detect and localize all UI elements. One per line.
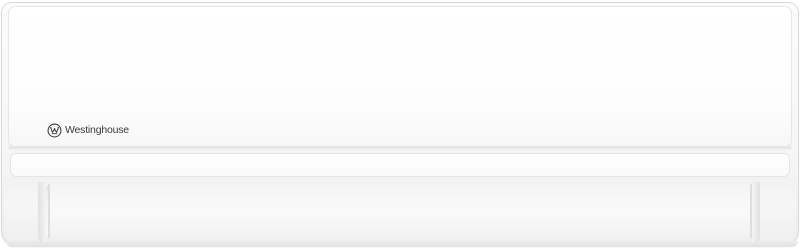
louver-end-left <box>38 182 46 242</box>
air-conditioner-scene: Westinghouse <box>0 0 800 248</box>
display-strip <box>10 153 790 177</box>
base-edge <box>6 241 798 247</box>
louver-end-right <box>752 182 760 242</box>
louver-flap <box>48 184 752 238</box>
westinghouse-w-circle-icon <box>47 123 62 138</box>
brand-name: Westinghouse <box>65 124 129 136</box>
brand-logo: Westinghouse <box>47 123 129 138</box>
front-panel-edge <box>8 147 792 150</box>
